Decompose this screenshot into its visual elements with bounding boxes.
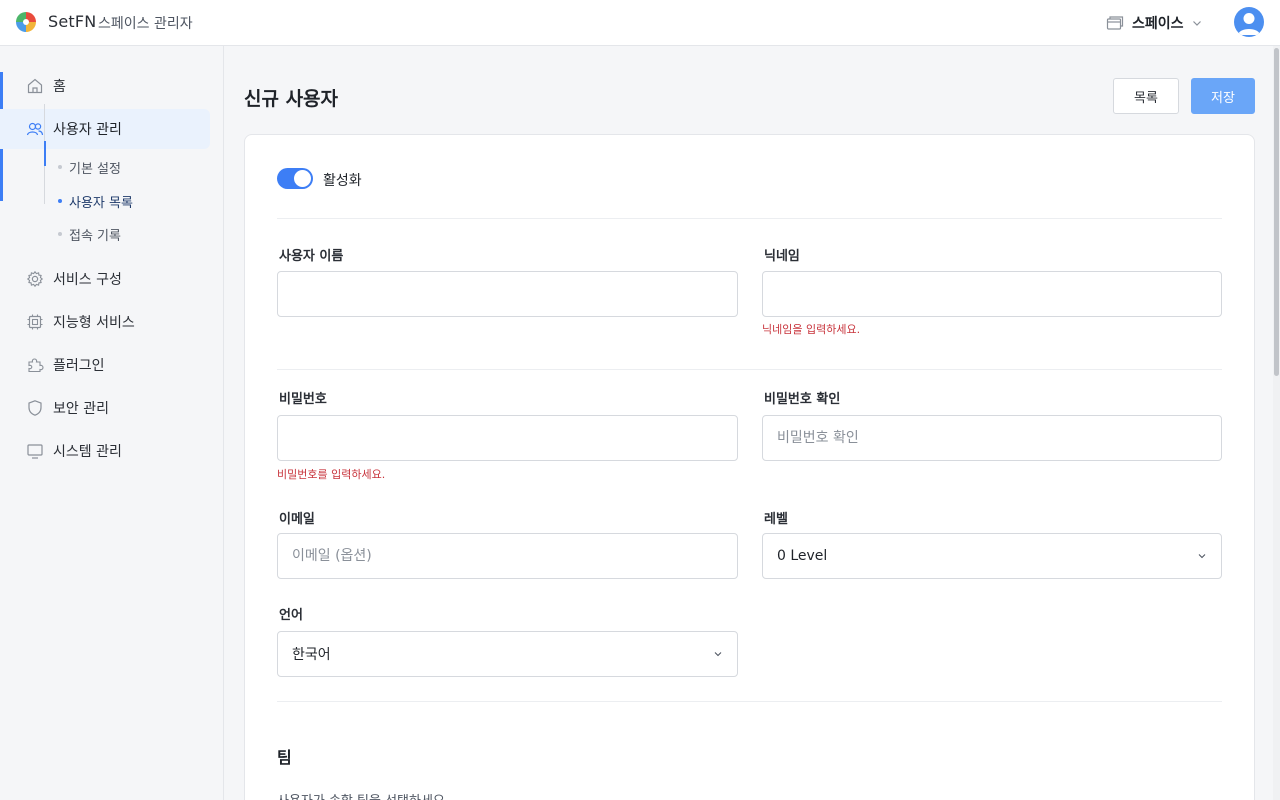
sidebar-item-system[interactable]: 시스템 관리: [0, 431, 224, 471]
gear-icon: [26, 270, 44, 288]
password-confirm-input[interactable]: [777, 416, 1207, 460]
email-input[interactable]: [292, 534, 723, 578]
sidebar-item-label: 보안 관리: [53, 401, 109, 417]
password-label: 비밀번호: [279, 392, 327, 407]
space-icon: [1106, 16, 1124, 30]
bullet-icon: [58, 165, 62, 169]
nickname-field[interactable]: [762, 271, 1222, 317]
chevron-down-icon: [714, 652, 722, 657]
sidebar-subitem-label: 접속 기록: [69, 228, 121, 244]
username-field[interactable]: [277, 271, 738, 317]
sidebar-item-home[interactable]: 홈: [0, 66, 224, 106]
brand-name[interactable]: SetFN: [48, 12, 96, 31]
brand-subtitle: 스페이스 관리자: [98, 16, 193, 32]
bullet-icon: [58, 199, 62, 203]
space-label: 스페이스: [1132, 16, 1184, 32]
sidebar-subitem-basic-settings[interactable]: 기본 설정: [58, 155, 121, 179]
team-section-title: 팀: [277, 748, 292, 767]
chip-icon: [27, 314, 43, 330]
sidebar-subitem-user-list[interactable]: 사용자 목록: [58, 189, 133, 213]
sidebar-subitem-label: 기본 설정: [69, 161, 121, 177]
monitor-icon: [27, 444, 43, 459]
active-toggle-label: 활성화: [323, 173, 362, 189]
submenu-active-indicator: [44, 141, 46, 166]
email-field[interactable]: [277, 533, 738, 579]
users-icon: [26, 122, 44, 136]
username-label: 사용자 이름: [279, 249, 344, 264]
section-divider: [277, 701, 1222, 702]
language-select[interactable]: 한국어: [277, 631, 738, 677]
email-label: 이메일: [279, 512, 315, 527]
sidebar-subitem-access-log[interactable]: 접속 기록: [58, 222, 121, 246]
password-confirm-label: 비밀번호 확인: [764, 392, 841, 407]
level-select[interactable]: 0 Level: [762, 533, 1222, 579]
save-button[interactable]: 저장: [1191, 78, 1255, 114]
top-bar: SetFN 스페이스 관리자 스페이스: [0, 0, 1280, 46]
password-field[interactable]: [277, 415, 738, 461]
page-scrollbar-thumb[interactable]: [1274, 48, 1279, 376]
section-divider: [277, 369, 1222, 370]
chevron-down-icon: [1192, 21, 1201, 26]
sidebar-item-plugin[interactable]: 플러그인: [0, 345, 224, 385]
space-switcher[interactable]: 스페이스: [1106, 11, 1202, 35]
sidebar-subitem-label: 사용자 목록: [69, 195, 133, 211]
sidebar-item-label: 사용자 관리: [53, 122, 122, 138]
sidebar-item-user-management[interactable]: 사용자 관리: [0, 109, 210, 149]
sidebar-item-label: 플러그인: [53, 358, 105, 374]
bullet-icon: [58, 232, 62, 236]
nickname-label: 닉네임: [764, 249, 800, 264]
page-title: 신규 사용자: [244, 88, 339, 110]
sidebar-item-label: 지능형 서비스: [53, 315, 135, 331]
team-section-description: 사용자가 속할 팀을 선택하세요.: [277, 790, 449, 800]
chevron-down-icon: [1198, 554, 1206, 559]
list-button[interactable]: 목록: [1113, 78, 1179, 114]
setfn-logo-icon[interactable]: [15, 11, 37, 33]
language-label: 언어: [279, 608, 303, 623]
toggle-knob: [294, 170, 311, 187]
sidebar-item-label: 시스템 관리: [53, 444, 122, 460]
nickname-input[interactable]: [777, 272, 1207, 316]
sidebar-item-intelligent-service[interactable]: 지능형 서비스: [0, 302, 224, 342]
shield-icon: [28, 400, 42, 416]
password-input[interactable]: [292, 416, 723, 460]
user-avatar[interactable]: [1234, 7, 1264, 37]
language-value: 한국어: [292, 647, 331, 663]
password-confirm-field[interactable]: [762, 415, 1222, 461]
puzzle-icon: [28, 358, 44, 373]
home-icon: [27, 78, 43, 94]
sidebar-item-label: 서비스 구성: [53, 272, 122, 288]
sidebar-item-label: 홈: [53, 79, 66, 95]
username-input[interactable]: [292, 272, 723, 316]
sidebar-item-service-config[interactable]: 서비스 구성: [0, 259, 224, 299]
active-toggle[interactable]: [277, 168, 313, 189]
sidebar-item-security[interactable]: 보안 관리: [0, 388, 224, 428]
user-avatar-icon: [1238, 13, 1260, 35]
level-label: 레벨: [764, 512, 788, 527]
level-value: 0 Level: [777, 548, 828, 564]
section-divider: [277, 218, 1222, 219]
nickname-error: 닉네임을 입력하세요.: [762, 323, 861, 336]
password-error: 비밀번호를 입력하세요.: [277, 468, 386, 481]
